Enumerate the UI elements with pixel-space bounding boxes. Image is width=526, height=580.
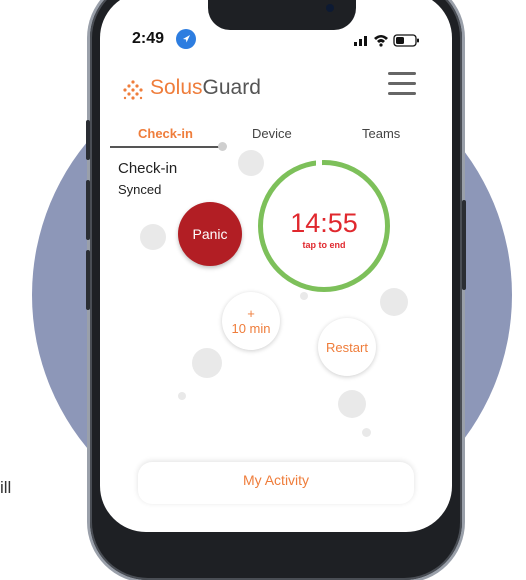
camera-icon bbox=[326, 4, 334, 12]
menu-line bbox=[388, 92, 416, 95]
logo-text: SolusGuard bbox=[150, 76, 261, 100]
timer-ring-gap bbox=[316, 157, 322, 167]
timer-hint[interactable]: tap to end bbox=[258, 240, 390, 250]
decorative-bubble bbox=[140, 224, 166, 250]
decorative-bubble bbox=[362, 428, 371, 437]
my-activity-button[interactable]: My Activity bbox=[138, 462, 414, 504]
decorative-bubble bbox=[178, 392, 186, 400]
logo-mark-icon bbox=[123, 80, 143, 100]
phone-side-button bbox=[86, 120, 90, 160]
menu-line bbox=[388, 82, 416, 85]
decorative-bubble bbox=[238, 150, 264, 176]
decorative-bubble bbox=[380, 288, 408, 316]
my-activity-label: My Activity bbox=[242, 472, 310, 488]
menu-line bbox=[388, 72, 416, 75]
signal-icon bbox=[354, 36, 367, 46]
decorative-bubble bbox=[300, 292, 308, 300]
battery-icon bbox=[393, 34, 419, 47]
sync-status: Synced bbox=[118, 182, 162, 197]
add-10-min-button[interactable]: + 10 min bbox=[222, 292, 280, 350]
wifi-icon bbox=[374, 35, 388, 47]
add-label: 10 min bbox=[231, 321, 271, 336]
section-title: Check-in bbox=[118, 160, 178, 177]
timer-value[interactable]: 14:55 bbox=[258, 208, 390, 239]
indicator-dot bbox=[218, 142, 227, 151]
location-arrow-icon bbox=[176, 29, 196, 49]
panic-button[interactable]: Panic bbox=[178, 202, 242, 266]
logo-text-guard: Guard bbox=[202, 76, 261, 99]
phone-side-button bbox=[86, 250, 90, 310]
active-tab-indicator bbox=[110, 146, 222, 148]
hamburger-menu-icon[interactable] bbox=[388, 72, 416, 98]
add-plus: + bbox=[247, 306, 255, 321]
status-icons bbox=[354, 32, 434, 48]
status-time: 2:49 bbox=[132, 30, 165, 47]
cropped-side-text: ill bbox=[0, 478, 12, 497]
phone-screen: 2:49 SolusGuard Check-in Device Teams Ch… bbox=[100, 0, 452, 532]
tab-check-in[interactable]: Check-in bbox=[138, 126, 193, 141]
tab-teams[interactable]: Teams bbox=[362, 126, 400, 141]
tab-device[interactable]: Device bbox=[252, 126, 292, 141]
decorative-bubble bbox=[338, 390, 366, 418]
logo-text-solus: Solus bbox=[150, 76, 203, 99]
restart-button[interactable]: Restart bbox=[318, 318, 376, 376]
phone-side-button bbox=[86, 180, 90, 240]
decorative-bubble bbox=[192, 348, 222, 378]
notch bbox=[208, 0, 356, 30]
tab-bar: Check-in Device Teams bbox=[100, 118, 452, 148]
phone-power-button bbox=[462, 200, 466, 290]
